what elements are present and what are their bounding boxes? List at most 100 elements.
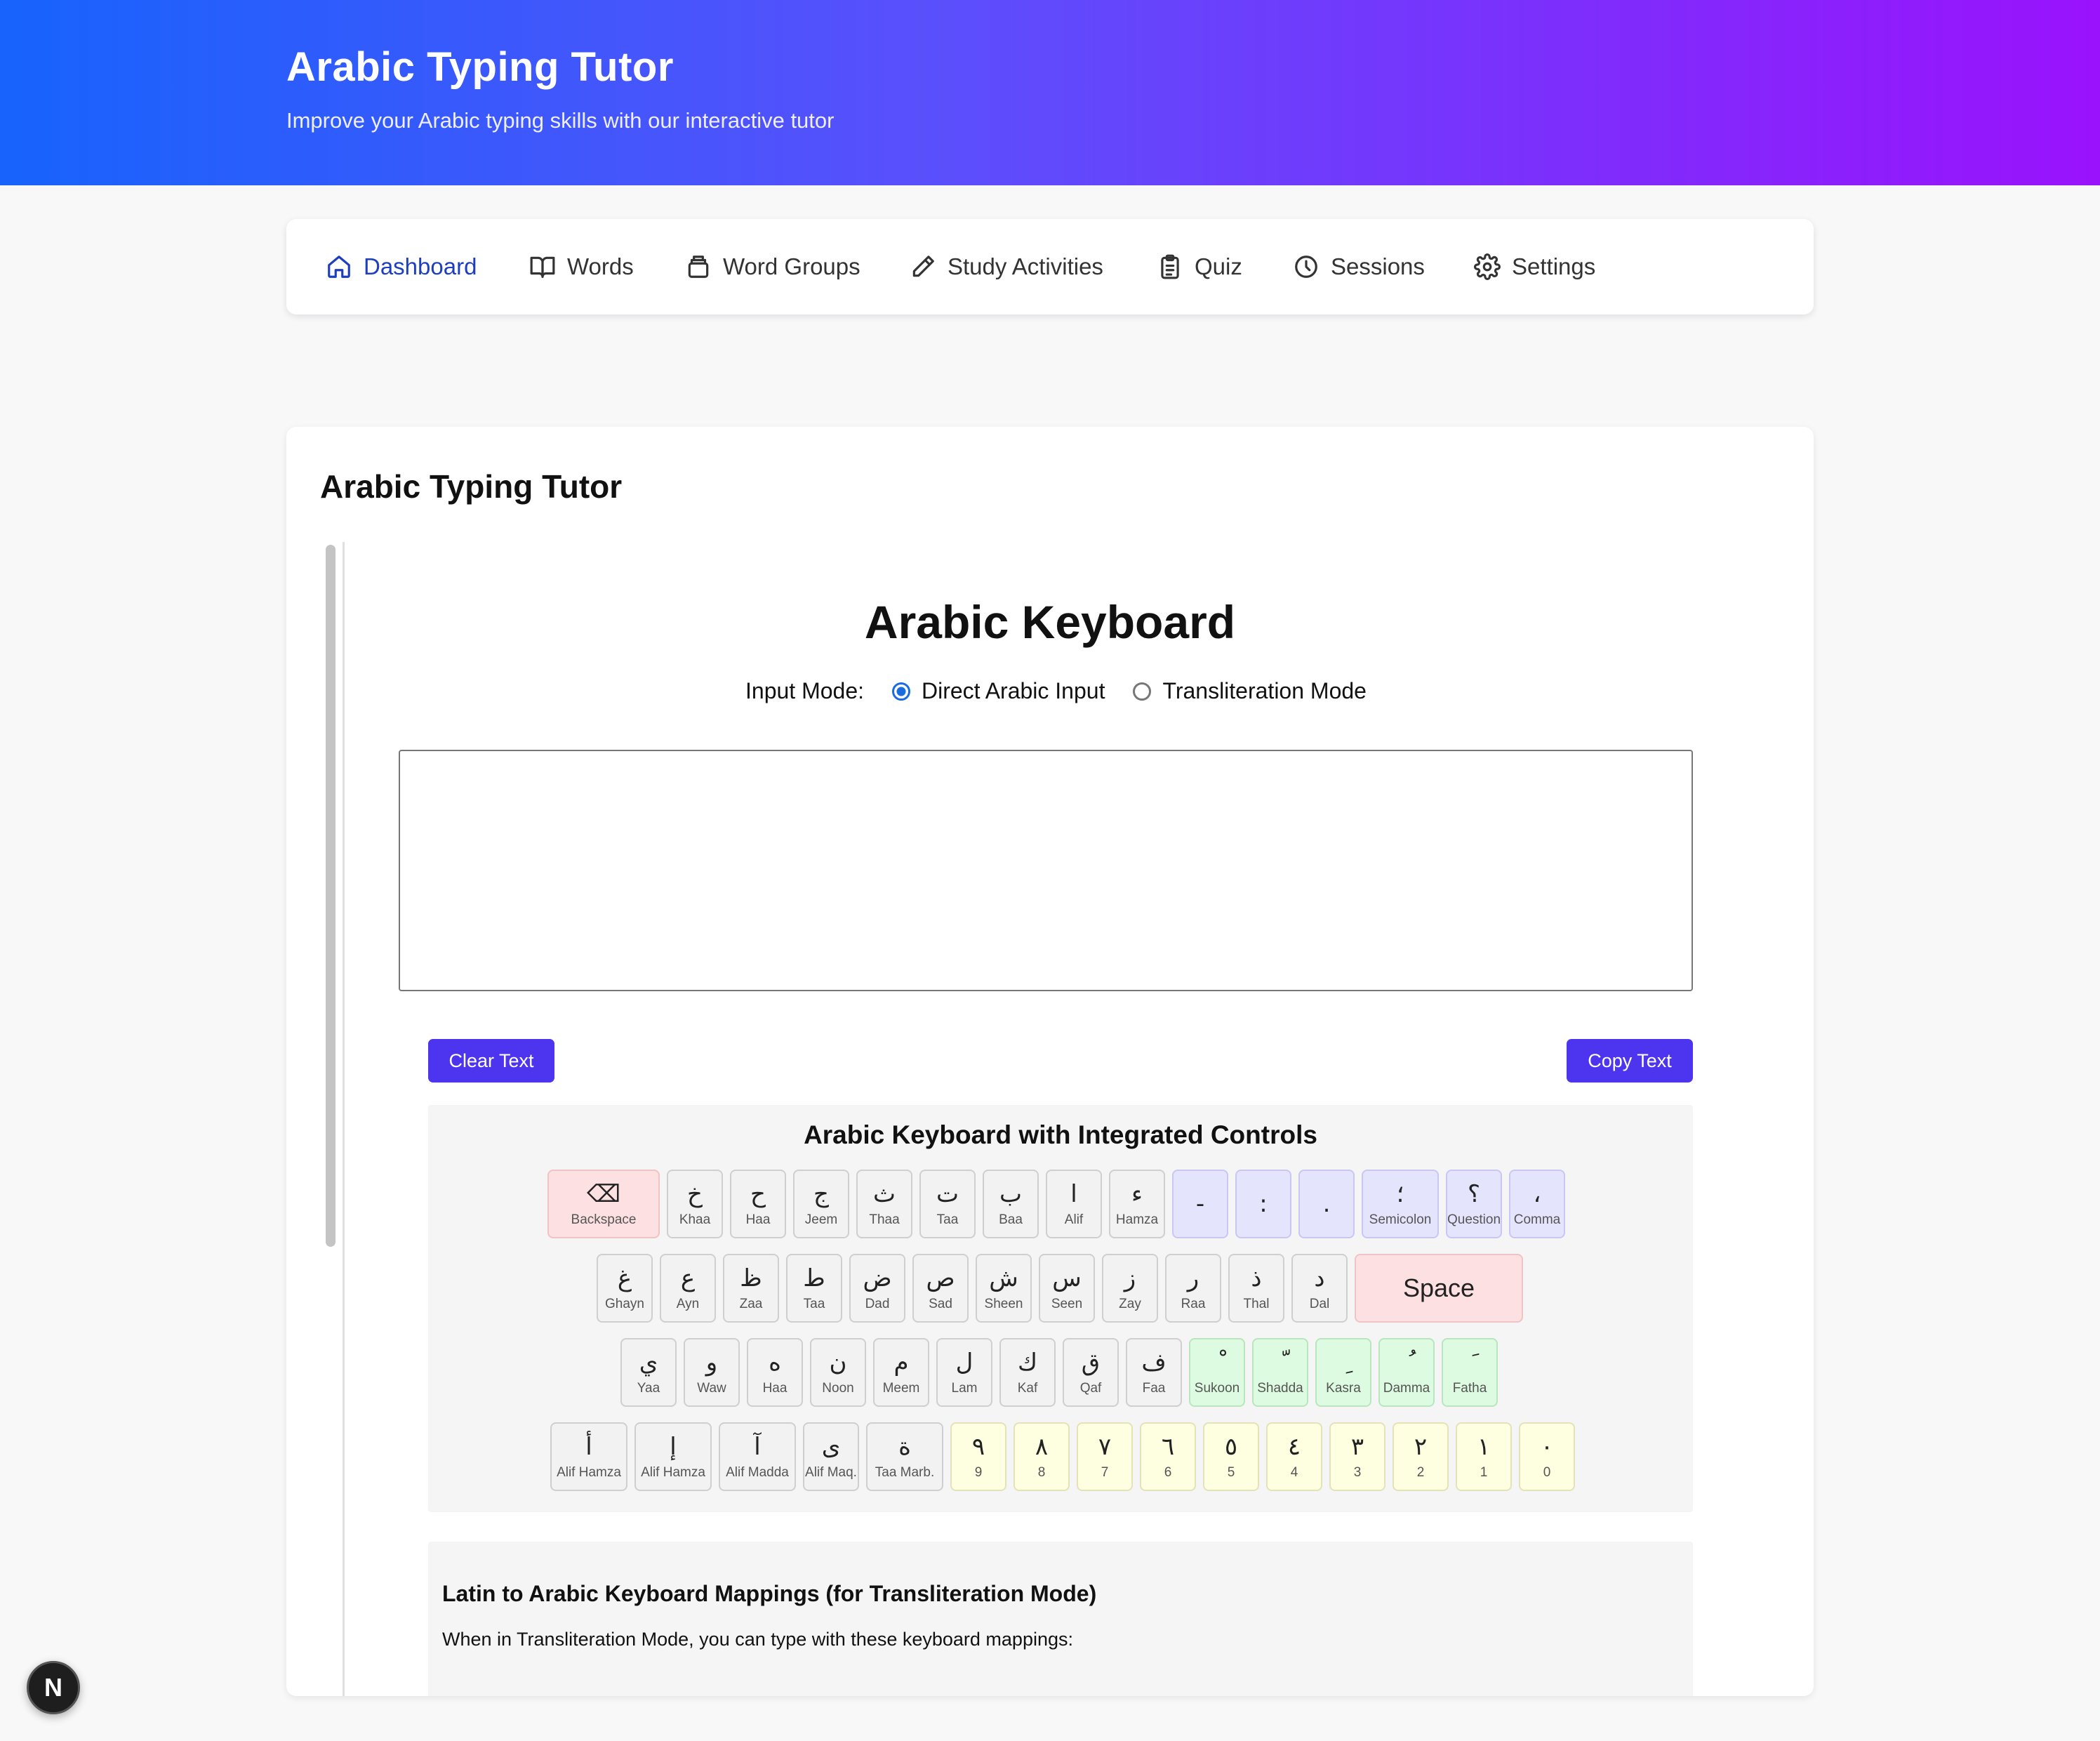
nav-item-words[interactable]: Words [529,247,634,286]
key-ghayn[interactable]: غ Ghayn [597,1254,653,1323]
transliteration-mappings: Latin to Arabic Keyboard Mappings (for T… [428,1542,1693,1696]
key-alif-hamza[interactable]: إ Alif Hamza [634,1422,712,1491]
nav-item-settings[interactable]: Settings [1474,247,1595,286]
scrollbar-thumb[interactable] [326,545,335,1247]
key-char: ت [936,1180,959,1208]
key-haa[interactable]: ه Haa [747,1338,803,1407]
radio-transliteration[interactable] [1133,682,1152,701]
mode-transliteration[interactable]: Transliteration Mode [1133,678,1367,704]
key-symbol[interactable]: Space [1355,1254,1523,1323]
key-kasra[interactable]: ِKasra [1315,1338,1371,1407]
key-noon[interactable]: ن Noon [810,1338,866,1407]
key-dad[interactable]: ض Dad [849,1254,905,1323]
copy-text-button[interactable]: Copy Text [1567,1039,1693,1083]
nav-label: Sessions [1331,253,1425,279]
key-char: ل [955,1349,973,1377]
key-lam[interactable]: ل Lam [936,1338,992,1407]
key-4[interactable]: ٤4 [1266,1422,1322,1491]
key-0[interactable]: ٠0 [1519,1422,1575,1491]
key-label: Alif Maq. [805,1465,857,1480]
key-label: Waw [697,1381,726,1396]
key-label: Lam [951,1381,978,1396]
clock-icon [1293,253,1320,280]
key-symbol[interactable]: : [1235,1170,1291,1238]
app-subtitle: Improve your Arabic typing skills with o… [286,108,835,133]
key-char: خ [687,1180,703,1208]
key-thaa[interactable]: ث Thaa [856,1170,912,1238]
nav-item-sessions[interactable]: Sessions [1293,247,1425,286]
key-semicolon[interactable]: ؛ Semicolon [1362,1170,1439,1238]
key-hamza[interactable]: ء Hamza [1109,1170,1165,1238]
key-alif-madda[interactable]: آ Alif Madda [719,1422,796,1491]
key-zaa[interactable]: ظ Zaa [723,1254,779,1323]
mode-direct-arabic[interactable]: Direct Arabic Input [892,678,1105,704]
key-9[interactable]: ٩9 [950,1422,1006,1491]
dev-tools-badge[interactable]: N [27,1661,80,1714]
nav-item-dashboard[interactable]: Dashboard [326,247,477,286]
key-taa[interactable]: ط Taa [786,1254,842,1323]
key-zay[interactable]: ز Zay [1102,1254,1158,1323]
key-alif-hamza[interactable]: أ Alif Hamza [550,1422,627,1491]
key-khaa[interactable]: خ Khaa [667,1170,723,1238]
key-char: ا [1070,1180,1077,1208]
key-backspace[interactable]: ⌫ Backspace [547,1170,660,1238]
key-yaa[interactable]: ي Yaa [620,1338,677,1407]
key-label: 3 [1353,1465,1362,1480]
key-baa[interactable]: ب Baa [983,1170,1039,1238]
key-symbol[interactable]: - [1172,1170,1228,1238]
key-ayn[interactable]: ع Ayn [660,1254,716,1323]
key-jeem[interactable]: ج Jeem [793,1170,849,1238]
key-sukoon[interactable]: ْSukoon [1189,1338,1245,1407]
key-label: Taa [936,1212,959,1227]
key-label: Question [1447,1212,1501,1227]
key-alif-maq-[interactable]: ى Alif Maq. [803,1422,859,1491]
key-char: ز [1124,1264,1136,1292]
key-label: Kaf [1017,1381,1038,1396]
key-fatha[interactable]: َFatha [1442,1338,1498,1407]
key-label: Qaf [1079,1381,1102,1396]
key-dal[interactable]: د Dal [1291,1254,1348,1323]
key-label: Baa [999,1212,1023,1227]
key-question[interactable]: ؟ Question [1446,1170,1502,1238]
key-comma[interactable]: ، Comma [1509,1170,1565,1238]
nav-item-quiz[interactable]: Quiz [1157,247,1242,286]
key-7[interactable]: ٧7 [1077,1422,1133,1491]
main-nav: Dashboard Words Word Groups Study Activi… [286,219,1814,315]
key-thal[interactable]: ذ Thal [1228,1254,1284,1323]
key-label: 5 [1227,1465,1235,1480]
key-shadda[interactable]: ّShadda [1252,1338,1308,1407]
key-kaf[interactable]: ك Kaf [999,1338,1056,1407]
key-raa[interactable]: ر Raa [1165,1254,1221,1323]
key-6[interactable]: ٦6 [1140,1422,1196,1491]
key-symbol[interactable]: . [1298,1170,1355,1238]
nav-item-word-groups[interactable]: Word Groups [685,247,860,286]
key-damma[interactable]: ُDamma [1378,1338,1435,1407]
key-sheen[interactable]: ش Sheen [976,1254,1032,1323]
key-seen[interactable]: س Seen [1039,1254,1095,1323]
key-meem[interactable]: م Meem [873,1338,929,1407]
key-char: ض [863,1264,892,1292]
key-8[interactable]: ٨8 [1014,1422,1070,1491]
key-char: ، [1533,1180,1541,1208]
nav-item-study-activities[interactable]: Study Activities [910,247,1103,286]
key-haa[interactable]: ح Haa [730,1170,786,1238]
key-char: ٠ [1540,1433,1554,1461]
key-faa[interactable]: ف Faa [1126,1338,1182,1407]
key-qaf[interactable]: ق Qaf [1063,1338,1119,1407]
clear-text-button[interactable]: Clear Text [428,1039,554,1083]
key-waw[interactable]: و Waw [684,1338,740,1407]
key-3[interactable]: ٣3 [1329,1422,1385,1491]
key-sad[interactable]: ص Sad [912,1254,969,1323]
input-mode-label: Input Mode: [745,678,864,703]
key-1[interactable]: ١1 [1456,1422,1512,1491]
key-taa[interactable]: ت Taa [919,1170,976,1238]
key-label: Haa [762,1381,788,1396]
key-taa-marb-[interactable]: ة Taa Marb. [866,1422,943,1491]
key-2[interactable]: ٢2 [1393,1422,1449,1491]
mode-translit-label: Transliteration Mode [1162,678,1367,703]
key-alif[interactable]: ا Alif [1046,1170,1102,1238]
arabic-text-input[interactable] [399,750,1693,991]
radio-direct-arabic[interactable] [892,682,910,701]
key-char: س [1052,1264,1082,1292]
key-5[interactable]: ٥5 [1203,1422,1259,1491]
